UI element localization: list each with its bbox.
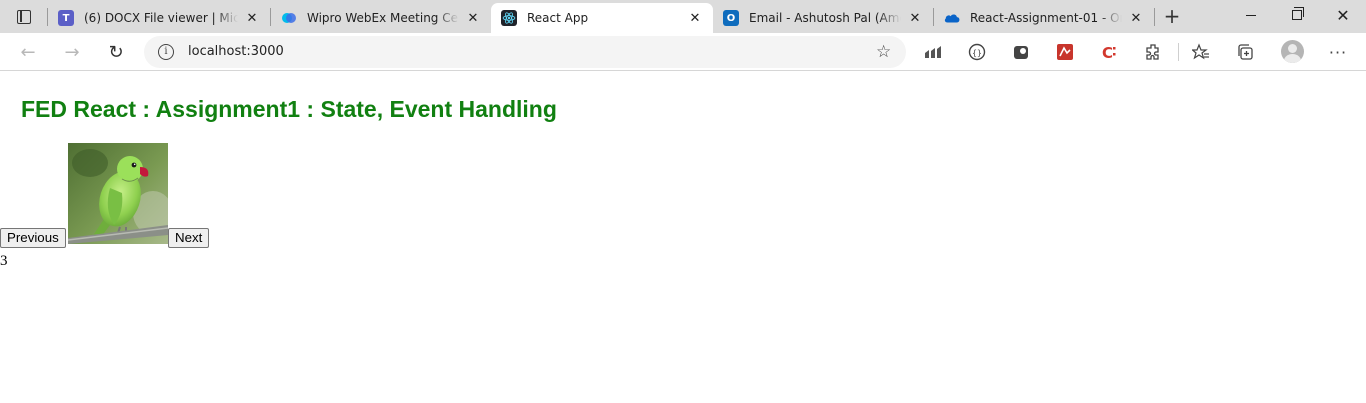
tab-onedrive[interactable]: React-Assignment-01 - OneDrive ✕	[934, 3, 1154, 33]
extensions-icon[interactable]	[1141, 40, 1165, 64]
tab-webex[interactable]: Wipro WebEx Meeting Center ✕	[271, 3, 491, 33]
tab-title: React App	[527, 11, 589, 25]
restore-button[interactable]	[1274, 0, 1320, 30]
tab-title: Email - Ashutosh Pal (Americas) - Outloo…	[749, 11, 901, 25]
image-counter: 3	[0, 253, 8, 269]
address-bar[interactable]: i localhost:3000 ☆	[144, 36, 906, 68]
tab-outlook[interactable]: O Email - Ashutosh Pal (Americas) - Outl…	[713, 3, 933, 33]
new-tab-button[interactable]: +	[1160, 6, 1184, 28]
next-button[interactable]: Next	[168, 228, 210, 248]
react-icon	[501, 10, 517, 26]
tab-strip: T (6) DOCX File viewer | Microsoft Teams…	[0, 0, 1366, 33]
tab-title: React-Assignment-01 - OneDrive	[970, 11, 1122, 25]
extension-code-icon[interactable]: {}	[965, 40, 989, 64]
tab-close-icon[interactable]: ✕	[687, 11, 703, 26]
arrow-right-icon: →	[64, 41, 80, 63]
plus-icon: +	[1163, 4, 1181, 28]
extension-puzzle-dark-icon[interactable]	[1009, 40, 1033, 64]
tab-title: (6) DOCX File viewer | Microsoft Teams	[84, 11, 238, 25]
url-text[interactable]: localhost:3000	[188, 44, 284, 59]
tab-react-app[interactable]: React App ✕	[491, 3, 713, 33]
parrot-image	[68, 143, 168, 244]
tab-title: Wipro WebEx Meeting Center	[307, 11, 459, 25]
forward-button[interactable]: →	[57, 37, 87, 67]
tab-actions-button[interactable]	[8, 6, 40, 28]
teams-icon: T	[58, 10, 74, 26]
toolbar-divider	[1178, 43, 1179, 61]
favorites-icon[interactable]	[1189, 40, 1213, 64]
onedrive-icon	[944, 10, 960, 26]
outlook-icon: O	[723, 10, 739, 26]
minimize-button[interactable]	[1228, 0, 1274, 30]
close-window-button[interactable]: ✕	[1320, 0, 1366, 30]
collections-icon[interactable]	[1234, 40, 1258, 64]
browser-toolbar: ← → ↻ i localhost:3000 ☆ {} C ···	[0, 33, 1366, 71]
page-content: FED React : Assignment1 : State, Event H…	[0, 72, 1366, 403]
svg-text:C: C	[1102, 44, 1113, 61]
back-button[interactable]: ←	[13, 37, 43, 67]
restore-icon	[1292, 7, 1304, 20]
refresh-icon: ↻	[108, 41, 124, 63]
tab-close-icon[interactable]: ✕	[1128, 11, 1144, 26]
extension-red-icon[interactable]	[1053, 40, 1077, 64]
extension-analytics-icon[interactable]	[921, 40, 945, 64]
profile-avatar[interactable]	[1281, 40, 1304, 63]
extension-c-icon[interactable]: C	[1097, 40, 1121, 64]
tab-actions-icon	[17, 10, 31, 24]
tab-divider	[1154, 8, 1155, 26]
tab-teams[interactable]: T (6) DOCX File viewer | Microsoft Teams…	[48, 3, 270, 33]
svg-text:{}: {}	[972, 49, 982, 58]
tab-close-icon[interactable]: ✕	[465, 11, 481, 26]
webex-icon	[281, 10, 297, 26]
arrow-left-icon: ←	[20, 41, 36, 63]
refresh-button[interactable]: ↻	[101, 37, 131, 67]
tab-close-icon[interactable]: ✕	[907, 11, 923, 26]
previous-button[interactable]: Previous	[0, 228, 66, 248]
site-info-icon[interactable]: i	[158, 44, 174, 60]
close-icon: ✕	[1336, 5, 1350, 25]
page-title: FED React : Assignment1 : State, Event H…	[21, 96, 557, 122]
more-menu-icon[interactable]: ···	[1326, 40, 1350, 64]
tab-close-icon[interactable]: ✕	[244, 11, 260, 26]
add-favorite-icon[interactable]: ☆	[876, 42, 891, 62]
